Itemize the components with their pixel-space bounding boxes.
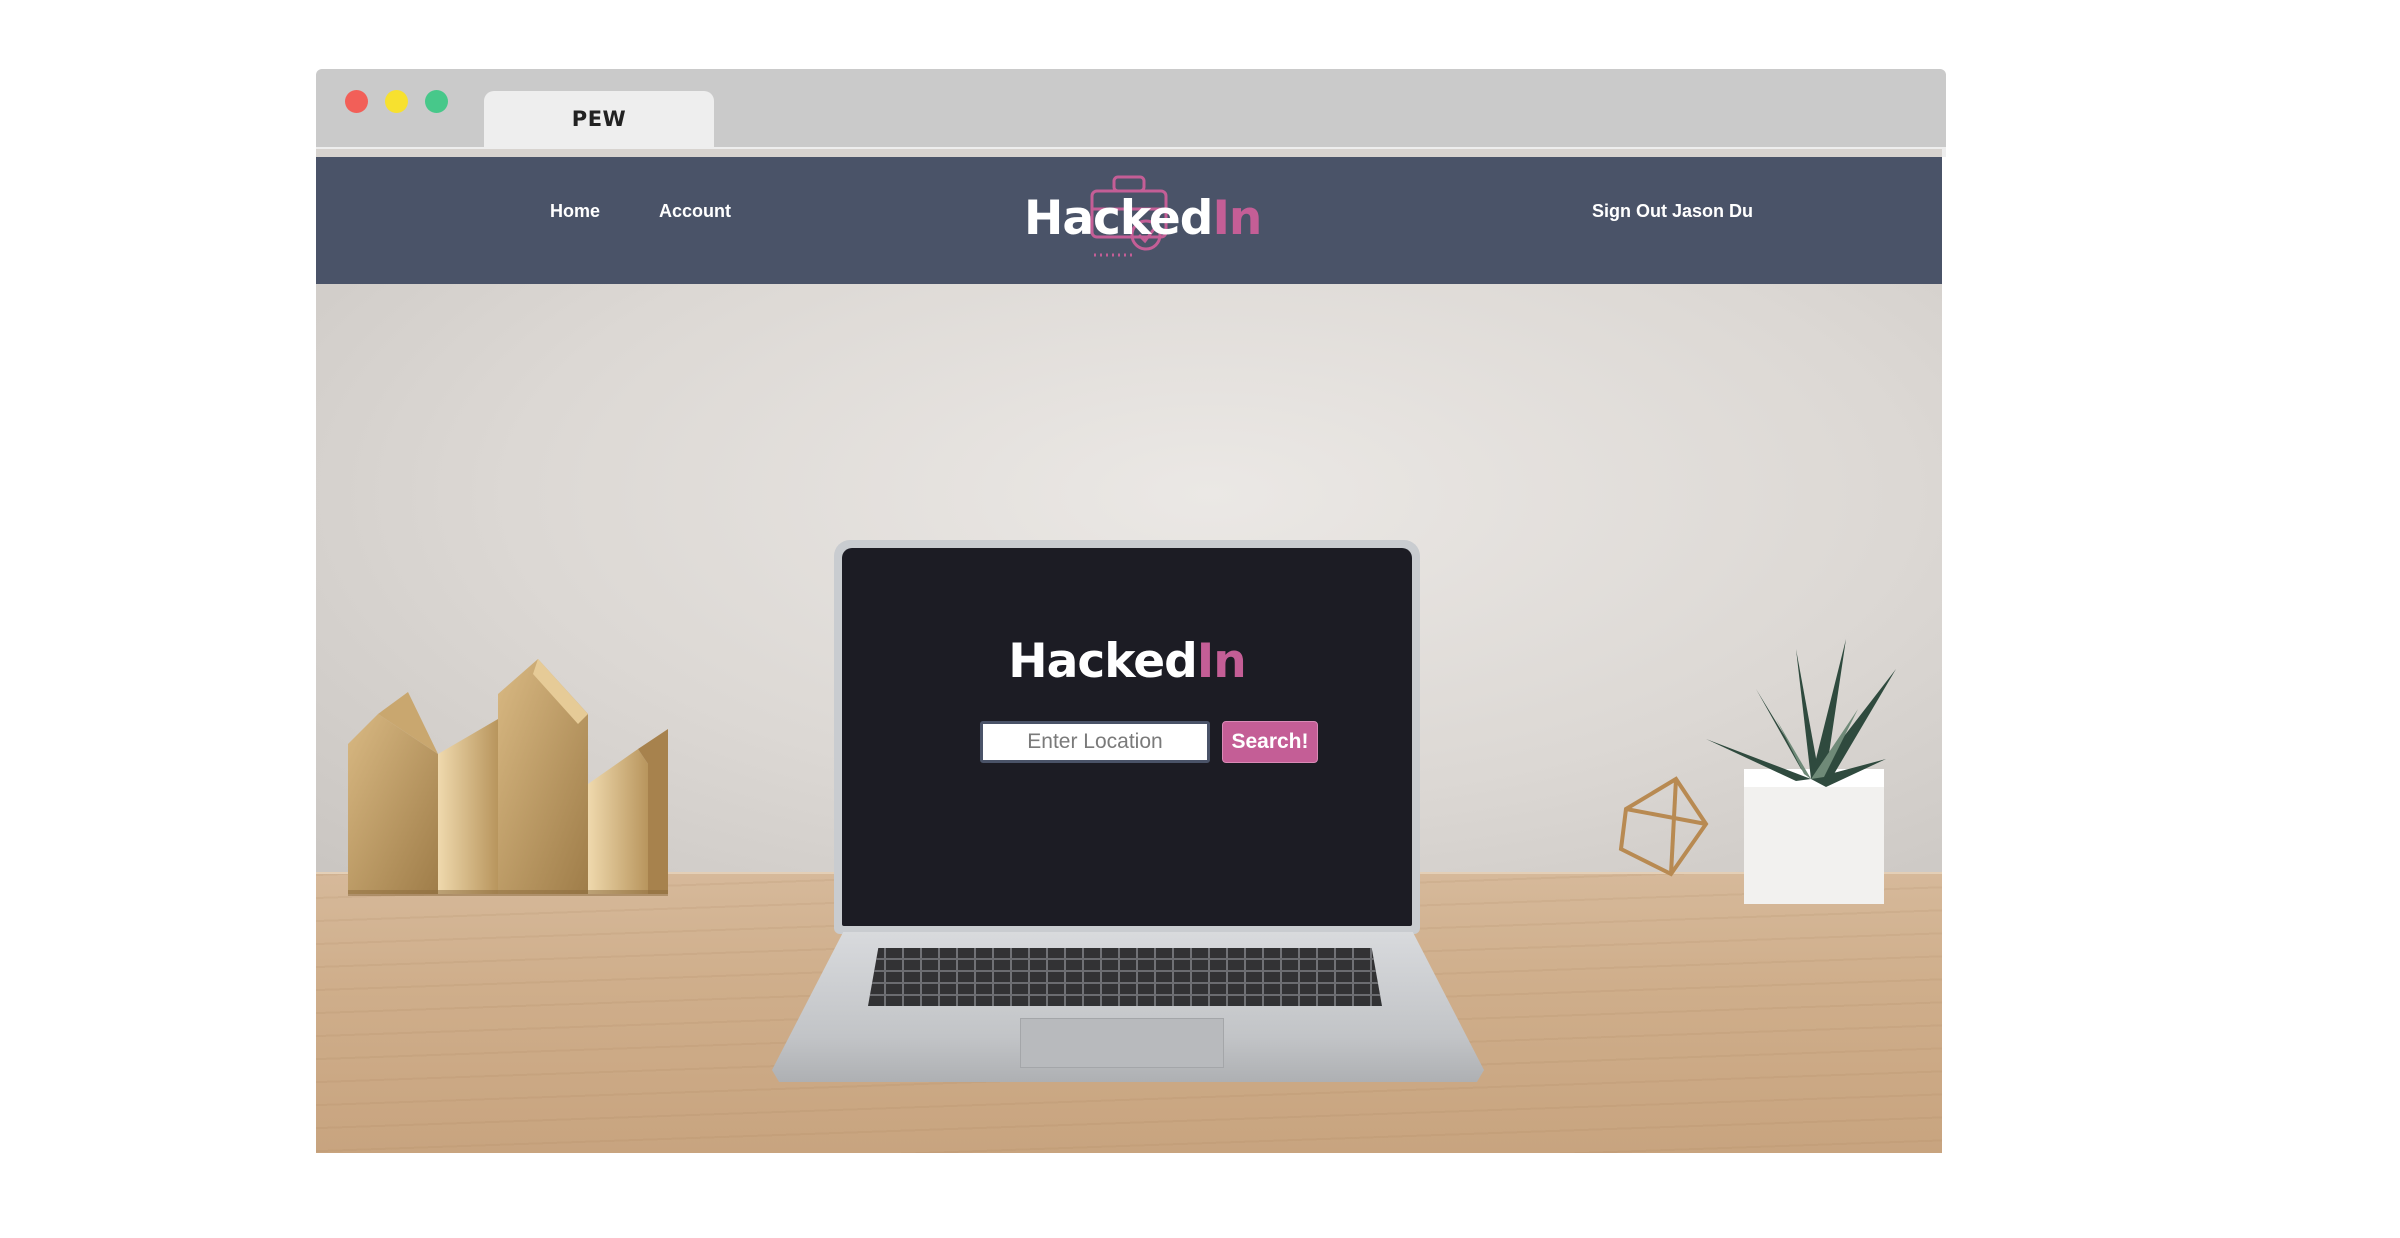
logo-part2: In (1212, 191, 1262, 246)
site-navbar: Home Account HackedIn Sign Out Jason Du (316, 157, 1942, 284)
hero-background: HackedIn Search! (316, 284, 1942, 1153)
nav-account-link[interactable]: Account (659, 201, 731, 222)
browser-tab-title: PEW (571, 107, 627, 131)
hero-title-part2: In (1196, 634, 1247, 689)
minimize-window-button[interactable] (385, 90, 408, 113)
laptop-keyboard-rows (868, 948, 1382, 1006)
browser-titlebar: PEW (316, 69, 1946, 147)
close-window-button[interactable] (345, 90, 368, 113)
search-button[interactable]: Search! (1222, 721, 1318, 763)
laptop-trackpad (1020, 1018, 1224, 1068)
maximize-window-button[interactable] (425, 90, 448, 113)
location-search-input[interactable] (980, 721, 1210, 763)
hero-title: HackedIn (834, 638, 1420, 685)
nav-sign-out-link[interactable]: Sign Out Jason Du (1592, 201, 1753, 222)
brass-vase-image (348, 659, 668, 896)
logo-part1: Hacked (1024, 191, 1213, 246)
hero-title-part1: Hacked (1008, 634, 1197, 689)
hero-search-panel: HackedIn Search! (834, 540, 1420, 934)
page-viewport: HackedIn Search! Home Account (316, 149, 1942, 1153)
potted-plant-image (1618, 639, 1896, 904)
browser-window: PEW HackedIn Enter Location Search! Home… (316, 69, 1946, 1153)
nav-home-link[interactable]: Home (550, 201, 600, 222)
location-search-form: Search! (980, 721, 1320, 763)
browser-tab[interactable]: PEW (484, 91, 714, 147)
site-logo[interactable]: HackedIn (1024, 175, 1262, 265)
logo-wordmark: HackedIn (1024, 195, 1262, 242)
